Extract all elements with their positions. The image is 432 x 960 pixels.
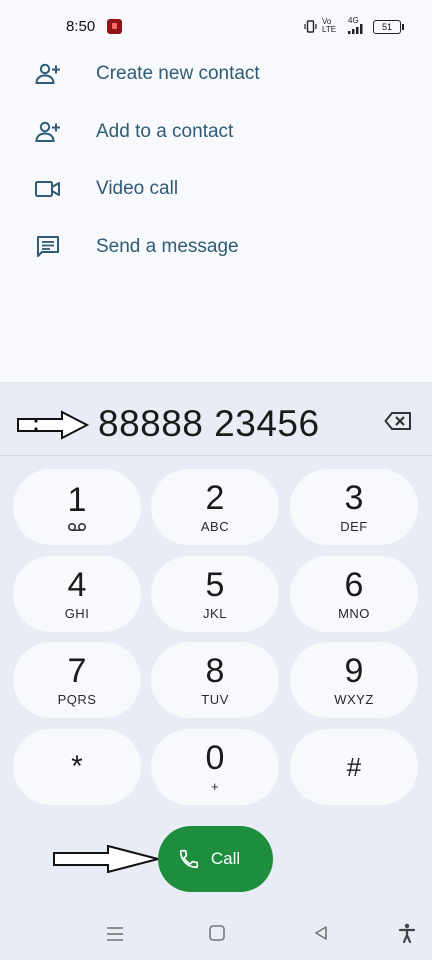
video-call-label: Video call (96, 178, 179, 199)
home-icon[interactable] (209, 925, 225, 941)
annotation-arrow-icon (17, 410, 90, 440)
status-time: 8:50 (66, 18, 96, 35)
key-0[interactable]: 0 + (151, 729, 279, 805)
battery-icon: 51 (373, 20, 404, 34)
message-icon (34, 233, 62, 261)
key-digit: 3 (344, 479, 364, 517)
video-call-action[interactable]: Video call (0, 161, 432, 217)
add-person-icon (34, 118, 62, 146)
key-8[interactable]: 8 TUV (151, 642, 279, 718)
key-9[interactable]: 9 WXYZ (290, 642, 418, 718)
send-message-label: Send a message (96, 236, 239, 257)
key-letters: ABC (200, 519, 230, 534)
app-notification-icon (107, 19, 122, 34)
key-digit: 4 (67, 566, 87, 604)
number-display: 88888 23456 (0, 383, 432, 456)
key-letters: DEF (340, 519, 368, 534)
key-letters: PQRS (57, 692, 97, 707)
key-digit: 2 (205, 479, 225, 517)
voicemail-icon (67, 522, 87, 532)
add-to-contact-action[interactable]: Add to a contact (0, 104, 432, 160)
vibrate-icon (304, 20, 317, 33)
key-digit: 6 (344, 566, 364, 604)
key-digit: 7 (67, 652, 87, 690)
system-nav-bar (0, 908, 432, 960)
key-digit: 8 (205, 652, 225, 690)
call-button[interactable]: Call (158, 826, 273, 892)
back-icon[interactable] (313, 925, 329, 941)
key-digit: # (346, 752, 362, 782)
key-2[interactable]: 2 ABC (151, 469, 279, 545)
send-message-action[interactable]: Send a message (0, 219, 432, 275)
backspace-icon[interactable] (384, 411, 412, 431)
key-letters: GHI (64, 606, 90, 621)
volte-label: Vo LTE (322, 17, 337, 34)
key-digit: 0 (205, 739, 225, 777)
phone-icon (179, 849, 199, 869)
key-7[interactable]: 7 PQRS (13, 642, 141, 718)
key-1[interactable]: 1 (13, 469, 141, 545)
key-5[interactable]: 5 JKL (151, 556, 279, 632)
key-digit: 9 (344, 652, 364, 690)
key-letters: TUV (201, 692, 229, 707)
key-3[interactable]: 3 DEF (290, 469, 418, 545)
accessibility-icon[interactable] (398, 923, 416, 943)
key-star[interactable]: * (13, 729, 141, 805)
dialed-number[interactable]: 88888 23456 (98, 403, 320, 445)
key-letters: + (210, 779, 220, 794)
add-to-contact-label: Add to a contact (96, 121, 234, 142)
key-digit: 1 (67, 481, 87, 519)
signal-icon (348, 24, 363, 34)
key-letters: MNO (338, 606, 370, 621)
key-letters: JKL (203, 606, 227, 621)
key-6[interactable]: 6 MNO (290, 556, 418, 632)
call-label: Call (210, 849, 241, 868)
menu-icon[interactable] (106, 926, 124, 942)
key-letters: WXYZ (334, 692, 374, 707)
key-4[interactable]: 4 GHI (13, 556, 141, 632)
add-person-icon (34, 60, 62, 88)
create-contact-action[interactable]: Create new contact (0, 46, 432, 102)
video-camera-icon (34, 175, 62, 203)
key-hash[interactable]: # (290, 729, 418, 805)
create-contact-label: Create new contact (96, 63, 260, 84)
key-digit: * (71, 750, 83, 783)
annotation-arrow-icon (53, 845, 162, 874)
key-digit: 5 (205, 566, 225, 604)
